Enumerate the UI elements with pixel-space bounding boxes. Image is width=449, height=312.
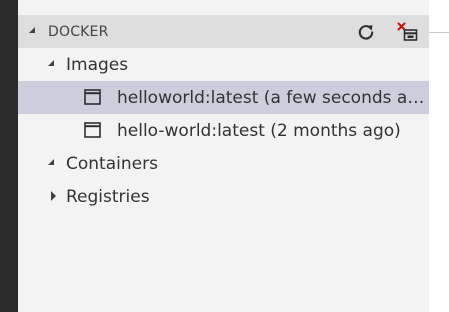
collapsed-chevron-icon[interactable] [51, 191, 56, 201]
image-label: hello-world:latest (2 months ago) [117, 121, 401, 141]
image-label: helloworld:latest (a few seconds ago) [117, 88, 429, 108]
section-collapse-chevron-icon[interactable] [29, 27, 35, 33]
tree-item-label: Images [66, 55, 129, 75]
remove-window-icon [397, 22, 418, 41]
remove-window-button[interactable] [395, 20, 419, 44]
tree-item-label: Containers [66, 154, 158, 174]
activity-bar [0, 0, 18, 312]
docker-section-header[interactable]: DOCKER [18, 15, 429, 48]
tree-item-image-helloworld[interactable]: helloworld:latest (a few seconds ago) [18, 81, 429, 114]
window-icon [84, 89, 101, 105]
tree-item-registries[interactable]: Registries [18, 180, 429, 213]
tree-item-containers[interactable]: Containers [18, 147, 429, 180]
window-icon [84, 122, 101, 138]
tree-item-images[interactable]: Images [18, 48, 429, 81]
expanded-chevron-icon[interactable] [48, 60, 54, 66]
refresh-icon [358, 25, 374, 40]
section-title: DOCKER [48, 24, 109, 40]
tree-item-image-hello-world[interactable]: hello-world:latest (2 months ago) [18, 114, 429, 147]
refresh-button[interactable] [354, 20, 378, 44]
explorer-sidebar: DOCKER Images helloworld:latest (a few s… [18, 0, 429, 312]
expanded-chevron-icon[interactable] [48, 159, 54, 165]
panel-edge-divider [429, 32, 449, 33]
tree-item-label: Registries [66, 187, 150, 207]
